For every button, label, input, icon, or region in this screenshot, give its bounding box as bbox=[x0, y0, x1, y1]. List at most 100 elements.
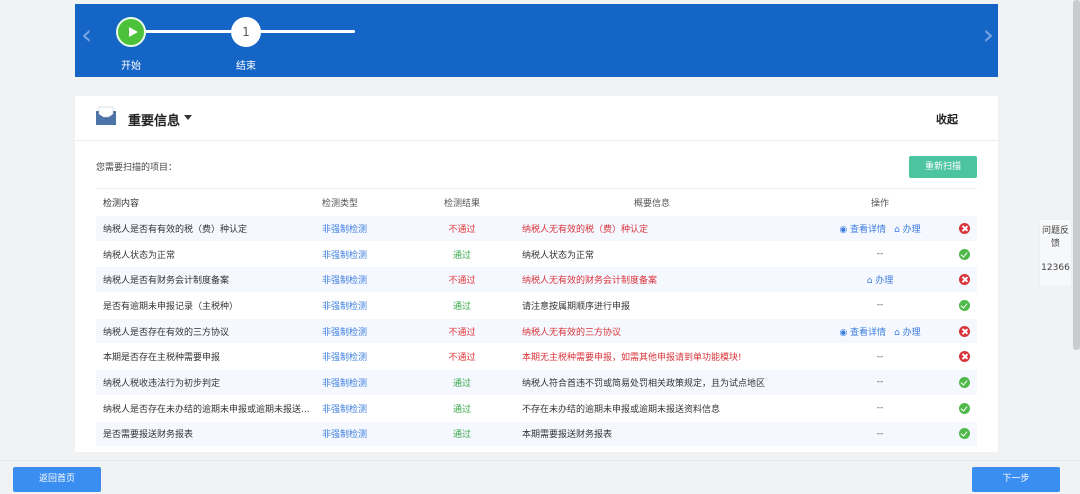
collapse-button[interactable]: 收起 bbox=[936, 111, 958, 127]
table-header: 检测内容 检测类型 检测结果 概要信息 操作 bbox=[96, 188, 977, 216]
check-summary: 请注意按属期顺序进行申报 bbox=[522, 301, 631, 312]
check-type-link[interactable]: 非强制检测 bbox=[322, 376, 422, 389]
col-header-summary: 概要信息 bbox=[634, 199, 671, 209]
step-label-end: 结束 bbox=[236, 61, 256, 72]
check-content: 纳税人是否有财务会计制度备案 bbox=[103, 276, 230, 287]
row-actions: -- bbox=[808, 300, 952, 310]
briefcase-icon: ⌂ bbox=[894, 224, 903, 235]
next-step-button[interactable]: 下一步 bbox=[972, 467, 1060, 492]
check-icon bbox=[959, 248, 970, 260]
check-summary: 本期需要报送财务报表 bbox=[522, 430, 613, 441]
row-actions: ◉ 查看详情 ⌂ 办理 bbox=[808, 222, 952, 235]
no-action-dash: -- bbox=[876, 300, 884, 311]
table-row: 本期是否存在主税种需要申报 非强制检测 不通过 本期无主税种需要申报，如需其他申报请到… bbox=[96, 344, 977, 371]
view-details-link[interactable]: ◉ 查看详情 bbox=[839, 225, 886, 235]
col-header-actions: 操作 bbox=[870, 199, 889, 209]
col-header-content: 检测内容 bbox=[103, 199, 140, 209]
handle-link[interactable]: ⌂ 办理 bbox=[867, 276, 894, 286]
check-icon bbox=[959, 299, 970, 311]
scan-items-label: 您需要扫描的项目： bbox=[96, 163, 178, 173]
row-actions: -- bbox=[808, 403, 952, 413]
check-content: 纳税人税收违法行为初步判定 bbox=[103, 378, 221, 389]
caret-down-icon[interactable] bbox=[184, 115, 192, 120]
bottom-bar bbox=[0, 460, 1080, 494]
row-actions: -- bbox=[808, 352, 952, 362]
no-action-dash: -- bbox=[876, 403, 884, 414]
row-actions: -- bbox=[808, 377, 952, 387]
check-icon bbox=[959, 402, 970, 414]
check-result: 不通过 bbox=[448, 353, 476, 364]
page-scrollbar[interactable] bbox=[1073, 0, 1080, 350]
step-banner: ‹ › 1 开始 结束 bbox=[75, 4, 998, 77]
eye-icon: ◉ bbox=[839, 327, 851, 338]
check-type-link[interactable]: 非强制检测 bbox=[322, 222, 422, 235]
check-summary: 纳税人无有效的财务会计制度备案 bbox=[522, 276, 658, 287]
check-summary: 不存在未办结的逾期未申报或逾期未报送资料信息 bbox=[522, 404, 721, 415]
table-row: 纳税人是否存在有效的三方协议 非强制检测 不通过 纳税人无有效的三方协议 ◉ 查看详情 ⌂… bbox=[96, 318, 977, 345]
check-content: 纳税人是否有有效的税（费）种认定 bbox=[103, 224, 248, 235]
play-icon[interactable] bbox=[116, 17, 146, 47]
check-summary: 纳税人无有效的税（费）种认定 bbox=[522, 224, 649, 235]
table-row: 是否需要报送财务报表 非强制检测 通过 本期需要报送财务报表 -- bbox=[96, 421, 977, 448]
table-row: 是否有逾期未申报记录（主税种） 非强制检测 通过 请注意按属期顺序进行申报 -- bbox=[96, 293, 977, 319]
table-row: 纳税人状态为正常 非强制检测 通过 纳税人状态为正常 -- bbox=[96, 242, 977, 268]
check-summary: 纳税人无有效的三方协议 bbox=[522, 327, 622, 338]
check-summary: 纳税人符合首违不罚或简易处罚相关政策规定，且为试点地区 bbox=[522, 378, 766, 389]
check-icon bbox=[959, 376, 970, 388]
briefcase-icon: ⌂ bbox=[894, 327, 903, 338]
row-actions: ⌂ 办理 bbox=[808, 273, 952, 286]
row-actions: -- bbox=[808, 249, 952, 259]
check-result: 通过 bbox=[452, 404, 471, 415]
step-end-circle[interactable]: 1 bbox=[231, 17, 261, 47]
handle-link[interactable]: ⌂ 办理 bbox=[894, 225, 921, 235]
table-row: 纳税人税收违法行为初步判定 非强制检测 通过 纳税人符合首违不罚或简易处罚相关政策规定… bbox=[96, 370, 977, 396]
check-type-link[interactable]: 非强制检测 bbox=[322, 299, 422, 312]
card-title[interactable]: 重要信息 bbox=[128, 110, 180, 129]
check-summary: 纳税人状态为正常 bbox=[522, 250, 595, 261]
view-details-link[interactable]: ◉ 查看详情 bbox=[839, 328, 886, 338]
card-header: 重要信息 收起 bbox=[75, 96, 998, 141]
check-type-link[interactable]: 非强制检测 bbox=[322, 402, 422, 415]
no-action-dash: -- bbox=[876, 249, 884, 260]
no-action-dash: -- bbox=[876, 377, 884, 388]
check-type-link[interactable]: 非强制检测 bbox=[322, 350, 422, 363]
hotline-number: 12366 bbox=[1041, 263, 1070, 273]
briefcase-icon: ⌂ bbox=[866, 276, 876, 287]
chevron-left-icon[interactable]: ‹ bbox=[81, 21, 92, 49]
error-icon bbox=[959, 351, 970, 363]
col-header-result: 检测结果 bbox=[443, 199, 480, 209]
check-table: 检测内容 检测类型 检测结果 概要信息 操作 纳税人是否有有效的税（费）种认定非… bbox=[96, 188, 977, 448]
handle-link[interactable]: ⌂ 办理 bbox=[894, 328, 921, 338]
chevron-right-icon[interactable]: › bbox=[983, 21, 994, 49]
row-actions: -- bbox=[808, 429, 952, 439]
table-row: 纳税人是否有有效的税（费）种认定 非强制检测 不通过 纳税人无有效的税（费）种认定 ◉ … bbox=[96, 216, 977, 242]
error-icon bbox=[959, 325, 970, 337]
no-action-dash: -- bbox=[876, 351, 884, 362]
check-type-link[interactable]: 非强制检测 bbox=[322, 325, 422, 338]
check-result: 通过 bbox=[452, 250, 471, 261]
check-result: 不通过 bbox=[448, 224, 476, 235]
check-content: 纳税人状态为正常 bbox=[103, 250, 176, 261]
check-icon bbox=[959, 428, 970, 440]
feedback-title[interactable]: 问题反馈 bbox=[1040, 225, 1071, 251]
rescan-button[interactable]: 重新扫描 bbox=[909, 156, 977, 178]
check-content: 是否需要报送财务报表 bbox=[103, 430, 194, 441]
check-content: 是否有逾期未申报记录（主税种） bbox=[103, 301, 239, 312]
check-type-link[interactable]: 非强制检测 bbox=[322, 273, 422, 286]
feedback-panel[interactable]: 问题反馈 12366 bbox=[1039, 219, 1072, 287]
step-label-start: 开始 bbox=[121, 61, 141, 72]
important-info-card: 重要信息 收起 您需要扫描的项目： 重新扫描 检测内容 检测类型 检测结果 概要… bbox=[75, 96, 998, 452]
check-type-link[interactable]: 非强制检测 bbox=[322, 427, 422, 440]
check-result: 通过 bbox=[452, 430, 471, 441]
row-actions: ◉ 查看详情 ⌂ 办理 bbox=[808, 325, 952, 338]
back-home-button[interactable]: 返回首页 bbox=[13, 467, 101, 492]
check-content: 本期是否存在主税种需要申报 bbox=[103, 353, 221, 364]
check-result: 通过 bbox=[452, 378, 471, 389]
table-row: 纳税人是否有财务会计制度备案 非强制检测 不通过 纳税人无有效的财务会计制度备案 ⌂ 办… bbox=[96, 267, 977, 294]
col-header-type: 检测类型 bbox=[322, 199, 359, 209]
check-result: 通过 bbox=[452, 301, 471, 312]
error-icon bbox=[959, 274, 970, 286]
check-type-link[interactable]: 非强制检测 bbox=[322, 248, 422, 261]
check-result: 不通过 bbox=[448, 327, 476, 338]
check-content: 纳税人是否存在未办结的逾期未申报或逾期未报送... bbox=[103, 404, 310, 415]
